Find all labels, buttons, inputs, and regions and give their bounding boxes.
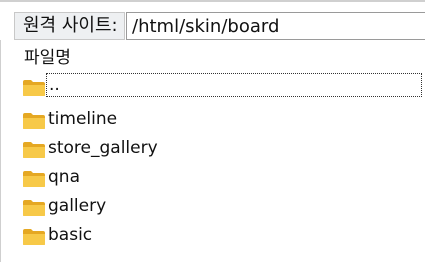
filename-column-header[interactable]: 파일명: [24, 48, 71, 68]
remote-path-input[interactable]: [126, 12, 425, 40]
list-item[interactable]: ..: [20, 73, 425, 99]
top-divider: [0, 0, 425, 2]
folder-icon: [23, 200, 45, 216]
list-item-name: timeline: [48, 109, 118, 129]
list-item-name: gallery: [48, 196, 107, 216]
list-item[interactable]: timeline: [20, 106, 425, 132]
list-item-name: qna: [48, 167, 80, 187]
remote-site-bar: 원격 사이트:: [0, 0, 425, 40]
folder-icon: [23, 229, 45, 245]
list-item-name: basic: [48, 225, 93, 245]
list-item[interactable]: store_gallery: [20, 135, 425, 161]
folder-icon: [23, 142, 45, 158]
folder-icon: [23, 113, 45, 129]
list-item[interactable]: qna: [20, 164, 425, 190]
list-item-name: ..: [46, 73, 422, 97]
folder-icon: [23, 171, 45, 187]
folder-icon: [23, 80, 45, 96]
list-item[interactable]: basic: [20, 222, 425, 248]
list-item[interactable]: gallery: [20, 193, 425, 219]
list-item-name: store_gallery: [48, 138, 158, 158]
remote-site-label: 원격 사이트:: [14, 12, 125, 40]
remote-file-list[interactable]: 파일명 .. timeline store_gallery qna galler…: [0, 40, 425, 262]
